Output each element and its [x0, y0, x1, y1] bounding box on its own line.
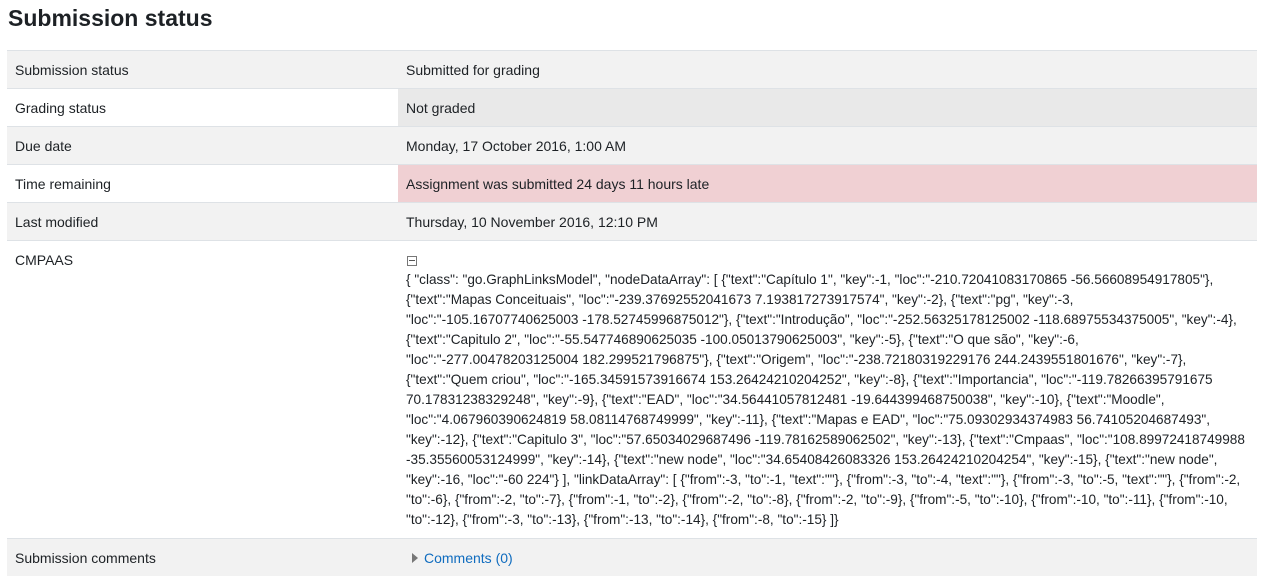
time-remaining-value: Assignment was submitted 24 days 11 hour… [398, 164, 1257, 203]
table-row: Due date Monday, 17 October 2016, 1:00 A… [7, 126, 1257, 165]
row-label: Due date [7, 126, 398, 165]
submission-status-page: Submission status Submission status Subm… [0, 0, 1280, 580]
caret-right-icon [412, 553, 418, 563]
submission-status-table: Submission status Submitted for grading … [7, 50, 1257, 576]
comments-link[interactable]: Comments (0) [406, 548, 513, 568]
submission-comments-value: Comments (0) [398, 538, 1257, 576]
cmpaas-value: { "class": "go.GraphLinksModel", "nodeDa… [398, 240, 1257, 539]
row-label: Time remaining [7, 164, 398, 203]
table-row: Submission status Submitted for grading [7, 50, 1257, 89]
page-title: Submission status [8, 5, 213, 31]
row-label: Submission comments [7, 538, 398, 576]
minus-square-icon[interactable] [407, 256, 417, 266]
row-label: Grading status [7, 88, 398, 127]
table-row: Submission comments Comments (0) [7, 538, 1257, 576]
table-row: Last modified Thursday, 10 November 2016… [7, 202, 1257, 241]
submission-status-value: Submitted for grading [398, 50, 1257, 89]
comments-link-label: Comments (0) [424, 550, 513, 566]
row-label: CMPAAS [7, 240, 398, 539]
cmpaas-json-text: { "class": "go.GraphLinksModel", "nodeDa… [406, 272, 1245, 527]
table-row: CMPAAS { "class": "go.GraphLinksModel", … [7, 240, 1257, 539]
last-modified-value: Thursday, 10 November 2016, 12:10 PM [398, 202, 1257, 241]
grading-status-value: Not graded [398, 88, 1257, 127]
row-label: Submission status [7, 50, 398, 89]
table-row: Time remaining Assignment was submitted … [7, 164, 1257, 203]
row-label: Last modified [7, 202, 398, 241]
table-row: Grading status Not graded [7, 88, 1257, 127]
due-date-value: Monday, 17 October 2016, 1:00 AM [398, 126, 1257, 165]
